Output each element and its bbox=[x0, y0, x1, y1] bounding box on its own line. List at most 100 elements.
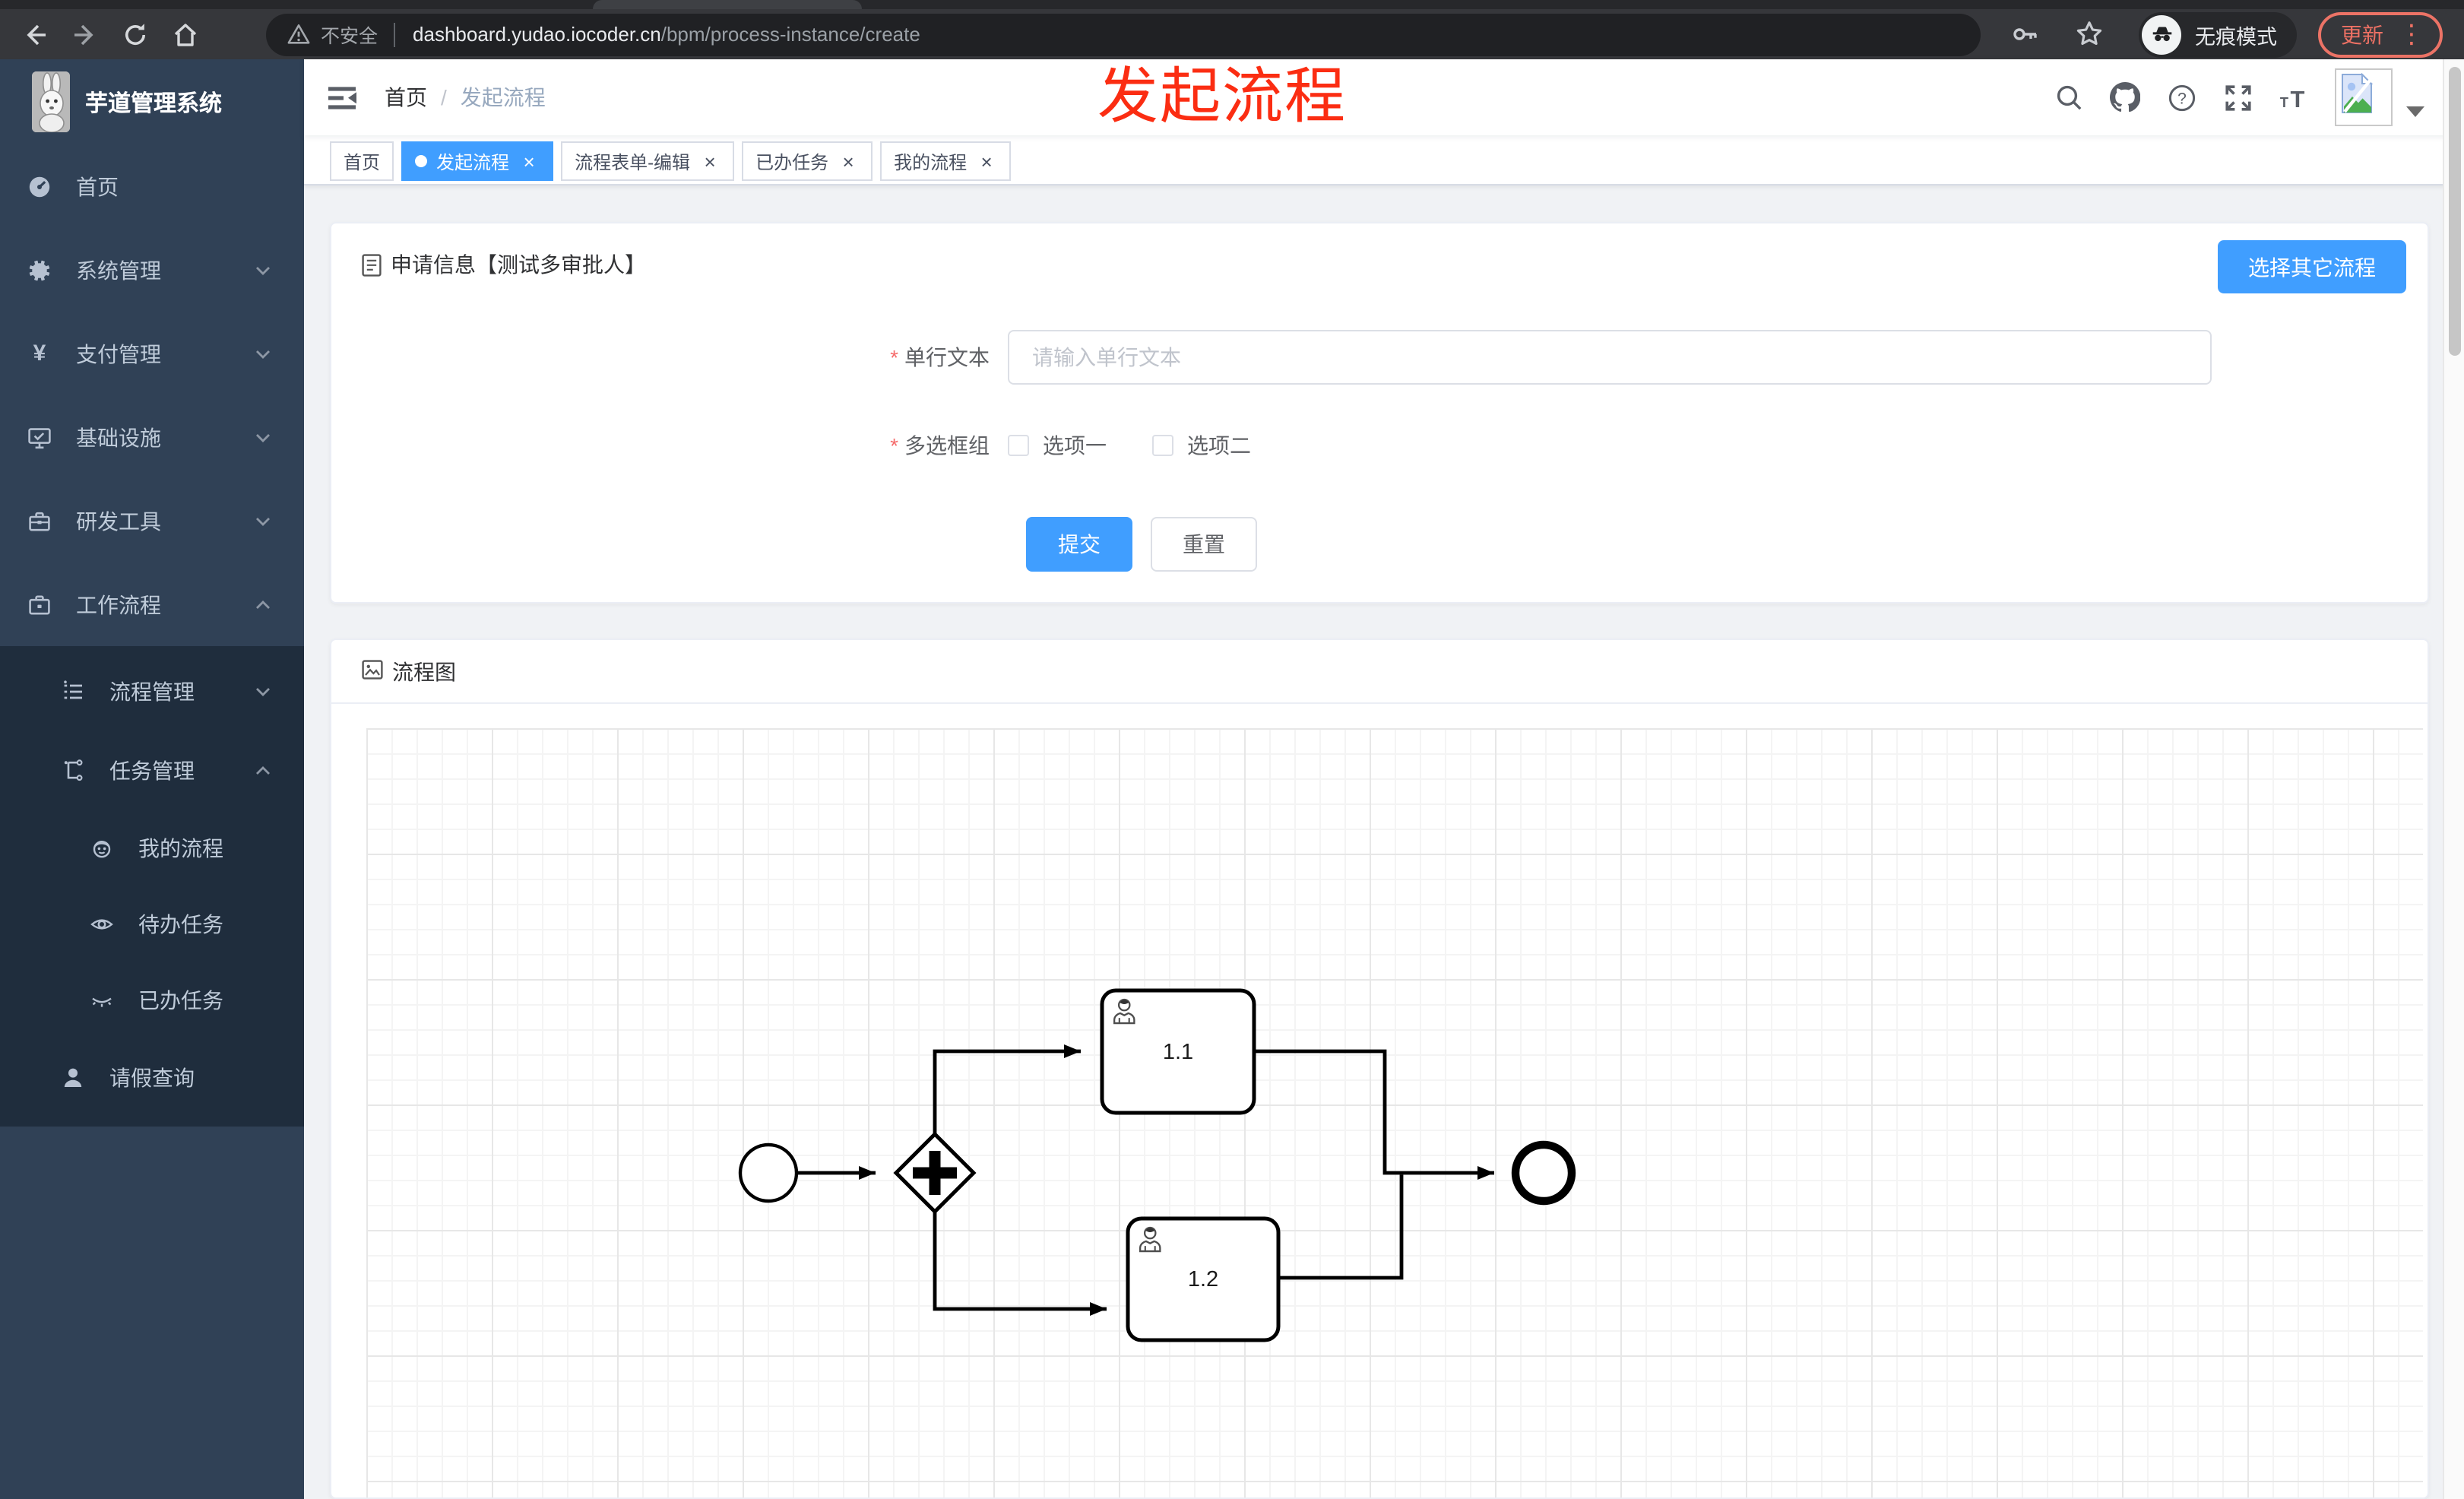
close-icon[interactable]: × bbox=[699, 151, 721, 171]
task-mgmt-submenu: 我的流程 待办任务 已办任务 bbox=[0, 810, 304, 1038]
sidebar-item-payment[interactable]: ¥ 支付管理 bbox=[0, 312, 304, 395]
security-label: 不安全 bbox=[321, 26, 378, 47]
search-icon[interactable] bbox=[2054, 82, 2084, 113]
apply-info-card: 申请信息【测试多审批人】 选择其它流程 *单行文本 *多选框组 选项一 bbox=[330, 222, 2429, 604]
flow-task2-to-end bbox=[1278, 1174, 1404, 1280]
checkbox-icon[interactable] bbox=[1152, 435, 1173, 456]
sidebar-item-label: 工作流程 bbox=[76, 592, 161, 616]
github-icon[interactable] bbox=[2110, 82, 2140, 113]
tags-view: 首页 发起流程 × 流程表单-编辑 × 已办任务 × 我的流程 × bbox=[304, 135, 2464, 185]
checkbox-icon[interactable] bbox=[1008, 435, 1029, 456]
sidebar-item-label: 任务管理 bbox=[109, 759, 195, 783]
sidebar-item-label: 请假查询 bbox=[109, 1066, 195, 1090]
bookmark-star-icon[interactable] bbox=[2069, 14, 2108, 54]
user-task-1[interactable]: 1.1 bbox=[1100, 988, 1256, 1115]
end-event[interactable] bbox=[1511, 1140, 1576, 1206]
back-icon[interactable] bbox=[15, 14, 55, 54]
fullscreen-icon[interactable] bbox=[2222, 82, 2253, 113]
monitor-icon bbox=[27, 425, 52, 449]
main-area: 首页 / 发起流程 ? T T 首页 发起流程 × 流程表单-编辑 × 已办任务… bbox=[304, 59, 2464, 1499]
active-tab-dot bbox=[415, 155, 428, 167]
eye-closed-icon bbox=[90, 988, 114, 1013]
sidebar-item-label: 流程管理 bbox=[109, 680, 195, 704]
chevron-up-icon bbox=[255, 763, 271, 778]
tag-home[interactable]: 首页 bbox=[330, 141, 394, 181]
tag-label: 我的流程 bbox=[894, 151, 968, 173]
checkbox-label: 选项二 bbox=[1187, 433, 1251, 458]
tag-form-edit[interactable]: 流程表单-编辑 × bbox=[561, 141, 735, 181]
briefcase-icon bbox=[27, 592, 52, 616]
checkbox-option-2[interactable]: 选项二 bbox=[1152, 430, 1251, 461]
flow-gateway-to-task2 bbox=[933, 1212, 1107, 1316]
sidebar-item-label: 基础设施 bbox=[76, 425, 161, 449]
omnibox-divider bbox=[393, 22, 395, 46]
reload-icon[interactable] bbox=[116, 14, 155, 54]
tag-done-tasks[interactable]: 已办任务 × bbox=[742, 141, 873, 181]
svg-text:T: T bbox=[2280, 94, 2288, 109]
sidebar-item-system[interactable]: 系统管理 bbox=[0, 228, 304, 312]
chevron-down-icon bbox=[255, 262, 271, 277]
not-secure-icon bbox=[287, 23, 310, 46]
parallel-gateway[interactable] bbox=[893, 1131, 977, 1215]
single-line-text-input[interactable] bbox=[1008, 330, 2212, 385]
sidebar-item-done-tasks[interactable]: 已办任务 bbox=[0, 962, 304, 1038]
reset-button[interactable]: 重置 bbox=[1151, 517, 1257, 572]
checkbox-option-1[interactable]: 选项一 bbox=[1008, 430, 1107, 461]
sidebar-item-label: 研发工具 bbox=[76, 509, 161, 533]
sidebar-item-leave-query[interactable]: 请假查询 bbox=[0, 1038, 304, 1117]
form-buttons-row: 提交 重置 bbox=[362, 517, 2397, 572]
browser-tab[interactable] bbox=[593, 0, 862, 9]
url-path: /bpm/process-instance/create bbox=[660, 23, 920, 46]
toolbox-icon bbox=[27, 509, 52, 533]
sidebar-item-devtools[interactable]: 研发工具 bbox=[0, 479, 304, 563]
sidebar-item-label: 系统管理 bbox=[76, 258, 161, 282]
bpmn-canvas[interactable]: 1.1 1.2 bbox=[366, 728, 2423, 1497]
close-icon[interactable]: × bbox=[976, 151, 997, 171]
sidebar-item-todo-tasks[interactable]: 待办任务 bbox=[0, 886, 304, 962]
flow-task1-to-end bbox=[1254, 1049, 1494, 1180]
forward-icon[interactable] bbox=[65, 14, 105, 54]
dashboard-icon bbox=[27, 174, 52, 198]
brand-title: 芋道管理系统 bbox=[85, 90, 223, 116]
list-tree-icon bbox=[61, 680, 85, 704]
submit-button[interactable]: 提交 bbox=[1026, 517, 1132, 572]
svg-text:T: T bbox=[2290, 85, 2304, 112]
tag-create-process[interactable]: 发起流程 × bbox=[401, 141, 554, 181]
field-label: * 多选框组 bbox=[890, 433, 990, 458]
face-icon bbox=[90, 836, 114, 860]
sidebar-item-task-mgmt[interactable]: 任务管理 bbox=[0, 731, 304, 810]
checkbox-field-row: * 多选框组 选项一 选项二 bbox=[362, 430, 2397, 461]
browser-menu-icon[interactable]: ⋮ bbox=[2399, 19, 2424, 49]
sidebar-item-home[interactable]: 首页 bbox=[0, 144, 304, 228]
field-label: * 单行文本 bbox=[890, 345, 990, 369]
sidebar-item-label: 支付管理 bbox=[76, 341, 161, 366]
help-icon[interactable]: ? bbox=[2166, 82, 2196, 113]
font-size-icon[interactable]: TT bbox=[2279, 82, 2309, 113]
scrollbar-thumb[interactable] bbox=[2449, 67, 2461, 356]
yen-icon: ¥ bbox=[33, 341, 46, 366]
tag-my-process[interactable]: 我的流程 × bbox=[880, 141, 1012, 181]
page-scrollbar[interactable] bbox=[2443, 59, 2464, 1499]
home-icon[interactable] bbox=[166, 14, 205, 54]
breadcrumb-home[interactable]: 首页 bbox=[385, 82, 427, 113]
close-icon[interactable]: × bbox=[838, 151, 859, 171]
sidebar-item-infra[interactable]: 基础设施 bbox=[0, 395, 304, 479]
start-event[interactable] bbox=[738, 1142, 799, 1203]
avatar[interactable] bbox=[2335, 68, 2393, 126]
sidebar-item-workflow[interactable]: 工作流程 bbox=[0, 563, 304, 646]
user-menu[interactable] bbox=[2335, 68, 2424, 126]
sidebar-collapse-icon[interactable] bbox=[304, 59, 380, 135]
user-task-2[interactable]: 1.2 bbox=[1126, 1216, 1281, 1342]
select-other-process-button[interactable]: 选择其它流程 bbox=[2218, 240, 2406, 293]
required-mark: * bbox=[890, 433, 898, 458]
browser-update-button[interactable]: 更新 ⋮ bbox=[2318, 11, 2443, 57]
diagram-card-header: 流程图 bbox=[331, 640, 2428, 704]
close-icon[interactable]: × bbox=[518, 151, 540, 171]
checkbox-group: 选项一 选项二 bbox=[1008, 430, 1297, 461]
sidebar-item-my-process[interactable]: 我的流程 bbox=[0, 810, 304, 886]
sidebar-item-label: 首页 bbox=[76, 174, 119, 198]
password-key-icon[interactable] bbox=[2005, 14, 2044, 54]
sidebar-item-process-mgmt[interactable]: 流程管理 bbox=[0, 652, 304, 731]
avatar-caret-icon[interactable] bbox=[2406, 106, 2424, 117]
navbar: 首页 / 发起流程 ? T T bbox=[304, 59, 2464, 135]
